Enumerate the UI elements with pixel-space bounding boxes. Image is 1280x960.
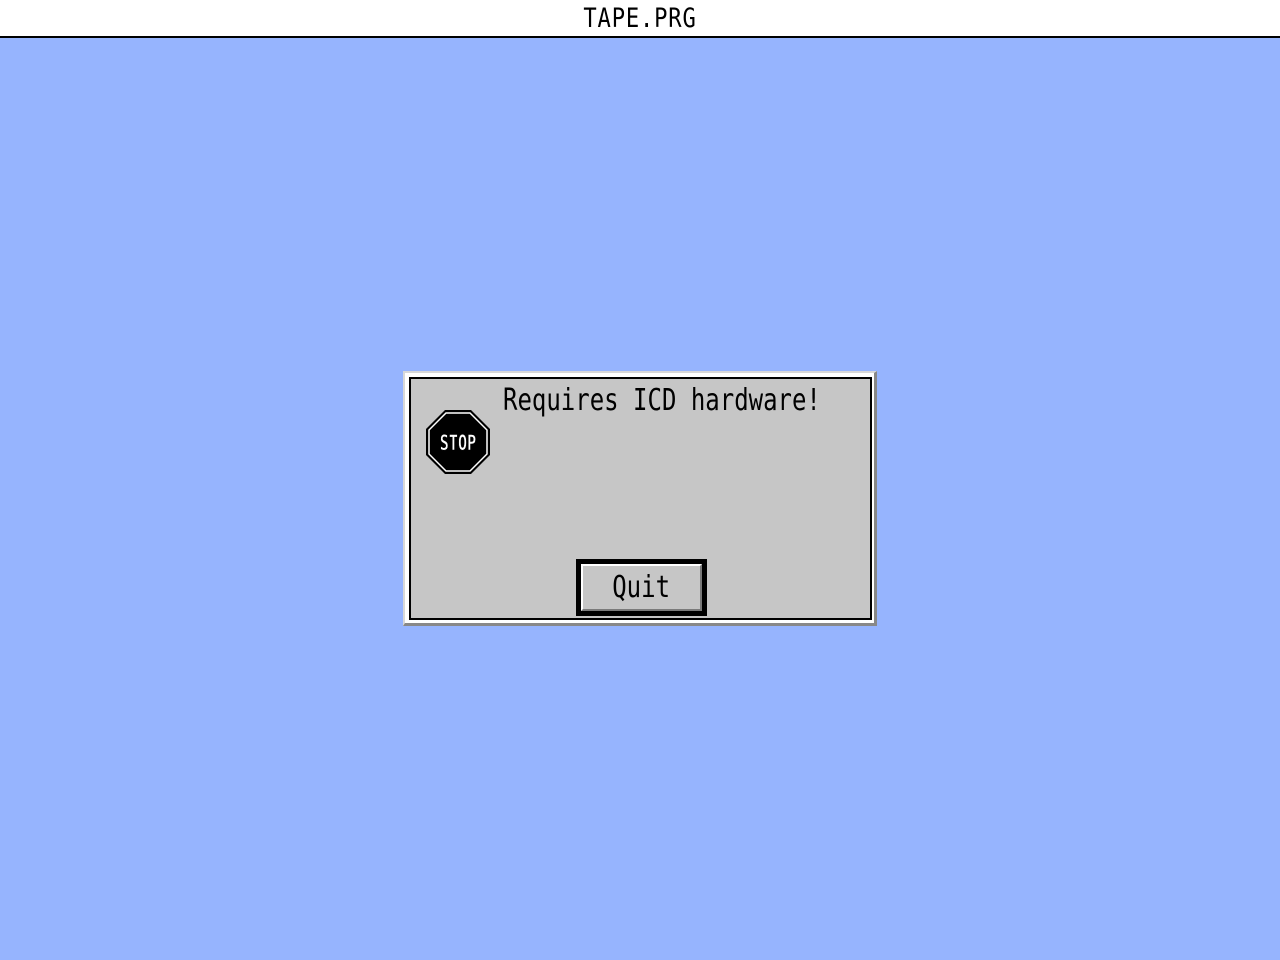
menu-title-bar: TAPE.PRG bbox=[0, 0, 1280, 38]
alert-message: Requires ICD hardware! bbox=[503, 383, 821, 418]
window-title: TAPE.PRG bbox=[583, 3, 697, 34]
stop-icon: STOP bbox=[426, 410, 490, 474]
quit-button-face[interactable]: Quit bbox=[581, 564, 702, 611]
stop-icon-text: STOP bbox=[440, 432, 476, 456]
alert-dialog-body: STOP Requires ICD hardware! Quit bbox=[409, 377, 872, 620]
quit-button[interactable]: Quit bbox=[576, 559, 707, 616]
alert-dialog: STOP Requires ICD hardware! Quit bbox=[403, 371, 877, 626]
quit-button-label: Quit bbox=[612, 569, 671, 605]
